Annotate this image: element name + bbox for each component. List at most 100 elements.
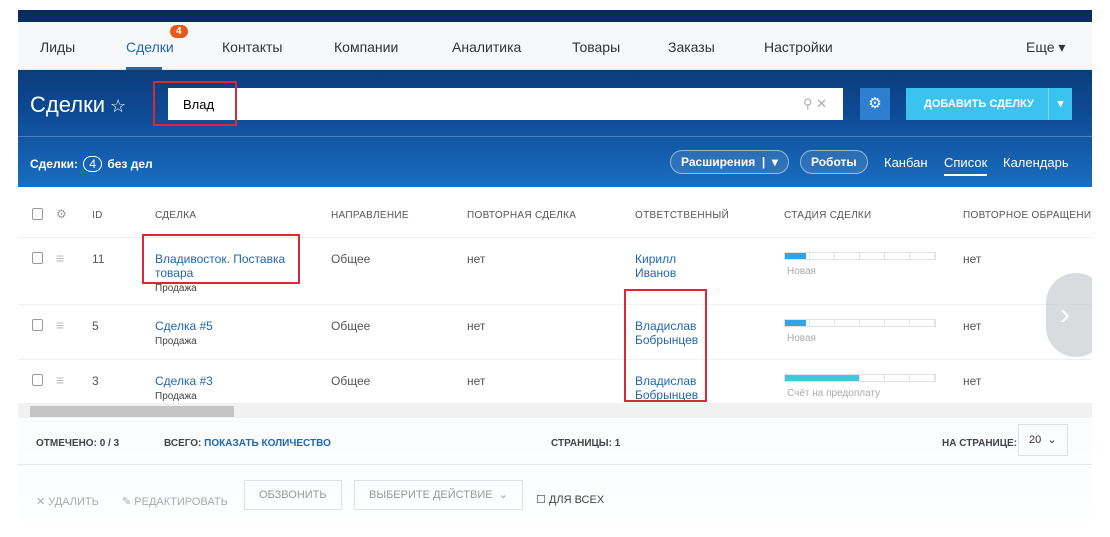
repeat-deal: нет: [467, 252, 486, 266]
col-responsible[interactable]: ОТВЕТСТВЕННЫЙ: [635, 210, 729, 221]
add-dropdown-icon[interactable]: ▾: [1048, 88, 1072, 120]
table-row[interactable]: ≡ 11 Владивосток. Поставка товара Продажа…: [18, 237, 1092, 304]
nav-more[interactable]: Еще ▾: [1026, 39, 1065, 56]
stage-progress-fill: [785, 253, 806, 259]
divider: [18, 464, 1092, 465]
direction: Общее: [331, 319, 371, 333]
per-page-label: НА СТРАНИЦЕ:: [942, 438, 1018, 449]
responsible-link[interactable]: Владислав Бобрынцев: [635, 374, 705, 402]
deal-type: Продажа: [155, 391, 197, 402]
count-label: Сделки:: [30, 157, 78, 171]
delete-label: УДАЛИТЬ: [48, 496, 99, 508]
settings-gear-button[interactable]: ⚙: [860, 88, 890, 120]
nav-contacts[interactable]: Контакты: [222, 39, 282, 55]
stage-label: Новая: [787, 333, 816, 344]
delete-button[interactable]: ✕ УДАЛИТЬ: [36, 495, 99, 508]
responsible-link[interactable]: Кирилл Иванов: [635, 252, 705, 280]
view-kanban[interactable]: Канбан: [884, 155, 928, 170]
drag-handle-icon[interactable]: ≡: [56, 250, 64, 266]
choose-action-label: ВЫБЕРИТЕ ДЕЙСТВИЕ: [369, 489, 493, 501]
col-stage[interactable]: СТАДИЯ СДЕЛКИ: [784, 210, 872, 221]
column-settings-icon[interactable]: ⚙: [56, 207, 67, 221]
clear-icon[interactable]: ✕: [816, 96, 827, 111]
table-footer: ОТМЕЧЕНО: 0 / 3 ВСЕГО: ПОКАЗАТЬ КОЛИЧЕСТ…: [18, 420, 1092, 522]
view-calendar[interactable]: Календарь: [1003, 155, 1069, 170]
col-repeat[interactable]: ПОВТОРНАЯ СДЕЛКА: [467, 210, 576, 221]
divider: [18, 136, 1092, 137]
for-all-checkbox[interactable]: ☐ ДЛЯ ВСЕХ: [536, 493, 604, 506]
drag-handle-icon[interactable]: ≡: [56, 372, 64, 388]
extensions-label: Расширения: [681, 155, 756, 169]
add-deal-label: ДОБАВИТЬ СДЕЛКУ: [924, 98, 1034, 110]
show-count-link[interactable]: ПОКАЗАТЬ КОЛИЧЕСТВО: [204, 438, 331, 449]
add-deal-button[interactable]: ДОБАВИТЬ СДЕЛКУ ▾: [906, 88, 1072, 120]
deal-link[interactable]: Владивосток. Поставка товара: [155, 252, 285, 280]
direction: Общее: [331, 374, 371, 388]
per-page-select[interactable]: 20 ⌄: [1018, 424, 1068, 456]
deal-count: Сделки: 4 без дел: [30, 156, 153, 172]
responsible-link[interactable]: Владислав Бобрынцев: [635, 319, 705, 347]
repeat-appeal: нет: [963, 374, 982, 388]
view-list[interactable]: Список: [944, 155, 988, 176]
stage-progress-bar[interactable]: [784, 252, 936, 260]
nav-companies[interactable]: Компании: [334, 39, 398, 55]
search-input[interactable]: [168, 88, 843, 120]
nav-products[interactable]: Товары: [572, 39, 620, 55]
table-row[interactable]: ≡ 5 Сделка #5 Продажа Общее нет Владислав…: [18, 304, 1092, 359]
direction: Общее: [331, 252, 371, 266]
col-id[interactable]: ID: [92, 210, 103, 221]
stage-progress-bar[interactable]: [784, 374, 936, 382]
nav-analytics[interactable]: Аналитика: [452, 39, 521, 55]
extensions-button[interactable]: Расширения | ▾: [670, 150, 789, 174]
deal-cell: Владивосток. Поставка товара Продажа: [155, 252, 295, 296]
stage-progress-fill: [785, 320, 806, 326]
scrollbar-thumb[interactable]: [30, 406, 234, 417]
active-tab-underline: [126, 67, 162, 70]
page-title: Сделки ☆: [30, 92, 126, 118]
crm-window: Лиды Сделки Контакты Компании Аналитика …: [18, 10, 1092, 522]
select-all-checkbox[interactable]: [32, 208, 43, 220]
deal-id: 3: [92, 374, 99, 388]
deal-link[interactable]: Сделка #5: [155, 319, 213, 333]
page-title-text: Сделки: [30, 92, 105, 117]
count-badge[interactable]: 4: [83, 156, 102, 172]
total-count: ВСЕГО: ПОКАЗАТЬ КОЛИЧЕСТВО: [164, 438, 331, 449]
nav-settings[interactable]: Настройки: [764, 39, 833, 55]
row-checkbox[interactable]: [32, 374, 43, 386]
drag-handle-icon[interactable]: ≡: [56, 317, 64, 333]
repeat-deal: нет: [467, 319, 486, 333]
pages: СТРАНИЦЫ: 1: [551, 438, 621, 449]
search-icon[interactable]: ⚲ ✕: [803, 96, 827, 112]
stage-progress-bar[interactable]: [784, 319, 936, 327]
selected-count: ОТМЕЧЕНО: 0 / 3: [36, 438, 120, 449]
nav-more-label: Еще: [1026, 39, 1055, 55]
stage-label: Новая: [787, 266, 816, 277]
no-tasks-filter[interactable]: без дел: [107, 157, 152, 171]
col-deal[interactable]: СДЕЛКА: [155, 210, 196, 221]
scroll-right-button[interactable]: ›: [1046, 273, 1092, 357]
row-checkbox[interactable]: [32, 319, 43, 331]
edit-label: РЕДАКТИРОВАТЬ: [134, 496, 228, 508]
row-checkbox[interactable]: [32, 252, 43, 264]
choose-action-select[interactable]: ВЫБЕРИТЕ ДЕЙСТВИЕ ⌄: [354, 480, 523, 510]
edit-button[interactable]: ✎ РЕДАКТИРОВАТЬ: [122, 495, 228, 508]
nav-leads[interactable]: Лиды: [40, 39, 75, 55]
star-icon[interactable]: ☆: [105, 96, 126, 116]
call-button[interactable]: ОБЗВОНИТЬ: [244, 480, 342, 510]
robots-button[interactable]: Роботы: [800, 150, 868, 174]
nav-orders[interactable]: Заказы: [668, 39, 715, 55]
deals-table: ⚙ ID СДЕЛКА НАПРАВЛЕНИЕ ПОВТОРНАЯ СДЕЛКА…: [18, 187, 1092, 420]
deal-type: Продажа: [155, 283, 197, 294]
top-nav: Лиды Сделки Контакты Компании Аналитика …: [18, 22, 1092, 70]
repeat-appeal: нет: [963, 252, 982, 266]
for-all-label: ДЛЯ ВСЕХ: [548, 494, 605, 506]
col-repeat-appeal[interactable]: ПОВТОРНОЕ ОБРАЩЕНИ: [963, 210, 1091, 221]
deal-cell: Сделка #5 Продажа: [155, 319, 295, 349]
per-page-value: 20: [1029, 434, 1042, 446]
col-direction[interactable]: НАПРАВЛЕНИЕ: [331, 210, 409, 221]
repeat-deal: нет: [467, 374, 486, 388]
repeat-appeal: нет: [963, 319, 982, 333]
deals-badge: 4: [170, 25, 188, 38]
nav-deals[interactable]: Сделки: [126, 39, 174, 55]
deal-link[interactable]: Сделка #3: [155, 374, 213, 388]
